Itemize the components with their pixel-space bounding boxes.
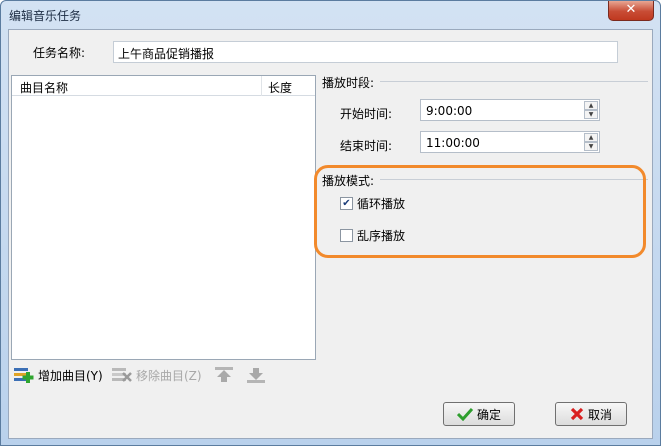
- task-name-label: 任务名称:: [33, 46, 86, 60]
- start-time-label: 开始时间:: [340, 107, 393, 121]
- song-list-header: 曲目名称 长度: [12, 76, 315, 96]
- start-time-input[interactable]: 9:00:00 ▲ ▼: [420, 99, 600, 121]
- title-bar: 编辑音乐任务 ✕: [1, 1, 660, 29]
- column-header-length[interactable]: 长度: [268, 79, 292, 96]
- spin-up-icon[interactable]: ▲: [584, 133, 598, 142]
- task-name-input[interactable]: 上午商品促销播报: [113, 41, 618, 63]
- close-button[interactable]: ✕: [608, 1, 654, 21]
- dialog-button-bar: 确定 取消: [9, 390, 652, 440]
- dialog-window: 编辑音乐任务 ✕ 任务名称: 上午商品促销播报 曲目名称 长度 增加曲目(Y) …: [0, 0, 661, 446]
- add-song-button[interactable]: 增加曲目(Y): [13, 363, 103, 387]
- column-header-song-name[interactable]: 曲目名称: [20, 79, 68, 96]
- move-up-icon: [213, 366, 235, 384]
- checkmark-icon: [456, 407, 473, 421]
- dialog-body: 任务名称: 上午商品促销播报 曲目名称 长度 增加曲目(Y) 移除曲目(Z) 播…: [8, 29, 653, 439]
- window-title: 编辑音乐任务: [9, 9, 82, 23]
- song-toolbar: 增加曲目(Y) 移除曲目(Z): [13, 363, 313, 389]
- add-song-label: 增加曲目(Y): [38, 368, 103, 383]
- schedule-group-divider: [380, 81, 648, 82]
- start-time-spinner[interactable]: ▲ ▼: [584, 101, 598, 119]
- spin-up-icon[interactable]: ▲: [584, 101, 598, 110]
- remove-song-label: 移除曲目(Z): [136, 368, 202, 383]
- remove-list-icon: [111, 366, 133, 384]
- cross-icon: [570, 407, 584, 421]
- end-time-label: 结束时间:: [340, 139, 393, 153]
- end-time-input[interactable]: 11:00:00 ▲ ▼: [420, 131, 600, 153]
- song-list[interactable]: 曲目名称 长度: [11, 75, 316, 360]
- end-time-value: 11:00:00: [426, 136, 480, 150]
- spin-down-icon[interactable]: ▼: [584, 142, 598, 151]
- start-time-value: 9:00:00: [426, 104, 473, 118]
- close-icon: ✕: [625, 2, 637, 17]
- move-down-button[interactable]: [245, 363, 267, 387]
- task-name-row: 任务名称: 上午商品促销播报: [9, 30, 652, 70]
- spin-down-icon[interactable]: ▼: [584, 110, 598, 119]
- move-down-icon: [245, 366, 267, 384]
- end-time-spinner[interactable]: ▲ ▼: [584, 133, 598, 151]
- move-up-button[interactable]: [213, 363, 235, 387]
- highlight-annotation: [314, 165, 646, 258]
- remove-song-button[interactable]: 移除曲目(Z): [111, 363, 202, 387]
- add-list-icon: [13, 366, 35, 384]
- cancel-button[interactable]: 取消: [555, 402, 627, 426]
- cancel-label: 取消: [587, 407, 612, 422]
- schedule-group-title: 播放时段:: [322, 76, 375, 90]
- ok-button[interactable]: 确定: [443, 402, 515, 426]
- ok-label: 确定: [476, 407, 501, 422]
- column-divider[interactable]: [261, 76, 262, 96]
